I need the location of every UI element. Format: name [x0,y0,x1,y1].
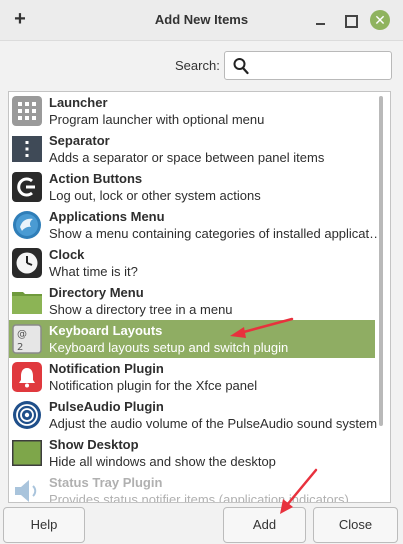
help-button[interactable]: Help [3,507,85,543]
item-description: Program launcher with optional menu [49,112,265,127]
search-input[interactable] [255,55,385,76]
list-item-clock[interactable]: Clock What time is it? [9,244,375,282]
item-description: Hide all windows and show the desktop [49,454,276,469]
list-item-pulseaudio-plugin[interactable]: PulseAudio Plugin Adjust the audio volum… [9,396,377,434]
item-description: Provides status notifier items (applicat… [49,492,349,503]
item-description: Log out, lock or other system actions [49,188,261,203]
list-item-separator[interactable]: Separator Adds a separator or space betw… [9,130,375,168]
minimize-icon[interactable] [312,9,330,31]
title-bar: + Add New Items ✕ [0,0,403,41]
item-description: Keyboard layouts setup and switch plugin [49,340,289,355]
maximize-icon[interactable] [341,11,359,29]
item-name: Keyboard Layouts [49,323,163,338]
applications-menu-icon [13,211,41,239]
action-buttons-icon [12,172,42,202]
list-item-launcher[interactable]: Launcher Program launcher with optional … [9,92,375,130]
list-item-directory-menu[interactable]: Directory Menu Show a directory tree in … [9,282,375,320]
item-description: Notification plugin for the Xfce panel [49,378,258,393]
item-name: Show Desktop [49,437,139,452]
status-tray-icon [15,480,37,502]
close-button[interactable]: Close [313,507,398,543]
item-name: Action Buttons [49,171,143,186]
keyboard-key-icon: @ 2 [12,324,42,354]
list-item-status-tray-plugin[interactable]: Status Tray Plugin Provides status notif… [9,472,375,502]
list-scrollbar[interactable] [379,96,383,426]
item-name: Clock [49,247,85,262]
item-name: PulseAudio Plugin [49,399,164,414]
folder-icon [12,292,42,314]
desktop-icon [12,440,42,466]
search-field[interactable] [224,51,392,80]
close-window-icon[interactable]: ✕ [370,10,390,30]
item-description: What time is it? [49,264,138,279]
svg-text:2: 2 [17,342,23,353]
item-description: Adjust the audio volume of the PulseAudi… [49,416,378,431]
add-button[interactable]: Add [223,507,306,543]
pulseaudio-icon [13,401,41,429]
list-item-notification-plugin[interactable]: Notification Plugin Notification plugin … [9,358,375,396]
item-name: Applications Menu [49,209,165,224]
search-icon [233,58,249,75]
bell-icon [12,362,42,392]
item-name: Launcher [49,95,108,110]
search-label: Search: [175,58,220,73]
clock-icon [12,248,42,278]
list-item-keyboard-layouts[interactable]: @ 2 Keyboard Layouts Keyboard layouts se… [9,320,375,358]
list-item-show-desktop[interactable]: Show Desktop Hide all windows and show t… [9,434,375,472]
items-list[interactable]: Launcher Program launcher with optional … [8,91,391,503]
item-name: Separator [49,133,110,148]
search-row: Search: [0,41,403,88]
item-description: Adds a separator or space between panel … [49,150,325,165]
list-item-applications-menu[interactable]: Applications Menu Show a menu containing… [9,206,385,244]
button-bar: Help Add Close [0,503,403,544]
separator-icon [12,136,42,162]
item-name: Notification Plugin [49,361,164,376]
item-name: Directory Menu [49,285,144,300]
list-item-action-buttons[interactable]: Action Buttons Log out, lock or other sy… [9,168,375,206]
item-name: Status Tray Plugin [49,475,163,490]
item-description: Show a menu containing categories of ins… [49,226,385,241]
launcher-grid-icon [12,96,42,126]
item-description: Show a directory tree in a menu [49,302,233,317]
svg-text:@: @ [17,329,27,340]
